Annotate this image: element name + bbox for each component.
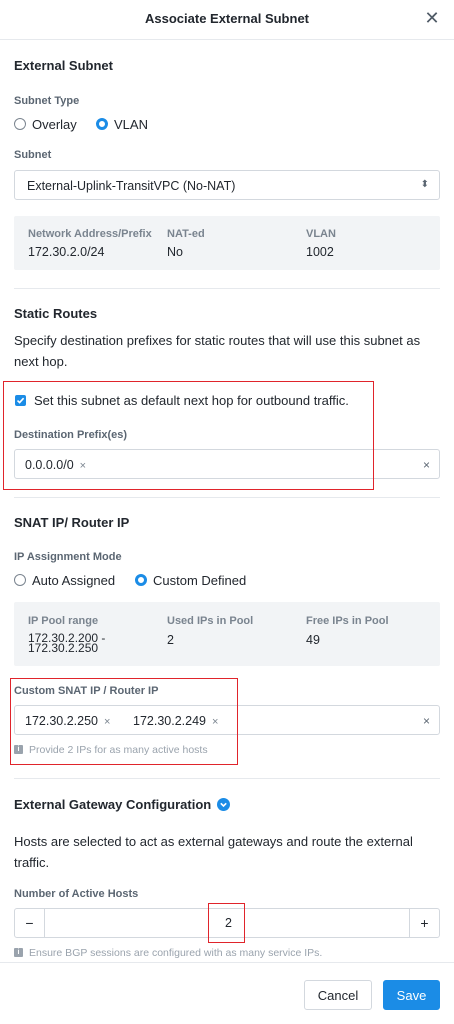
highlight-box-static-routes xyxy=(3,381,374,490)
radio-custom-defined-label: Custom Defined xyxy=(153,573,247,589)
decrement-button[interactable]: − xyxy=(15,909,45,937)
nat-label: NAT-ed xyxy=(167,228,205,240)
ip-pool-range-label: IP Pool range xyxy=(28,615,99,627)
divider xyxy=(14,497,440,498)
radio-overlay-label: Overlay xyxy=(32,117,77,133)
bgp-hint: i Ensure BGP sessions are configured with… xyxy=(14,947,322,959)
select-arrows-icon: ⬍ xyxy=(420,179,429,190)
radio-auto-assigned-label: Auto Assigned xyxy=(32,573,116,589)
subnet-label: Subnet xyxy=(14,149,52,161)
ip-assignment-mode-label: IP Assignment Mode xyxy=(14,551,122,563)
subnet-select-value: External-Uplink-TransitVPC (No-NAT) xyxy=(27,179,236,193)
static-routes-description: Specify destination prefixes for static … xyxy=(14,333,421,369)
network-address-label: Network Address/Prefix xyxy=(28,228,152,240)
increment-button[interactable]: + xyxy=(409,909,439,937)
save-button[interactable]: Save xyxy=(383,980,440,1010)
close-icon[interactable]: ✕ xyxy=(422,8,442,28)
highlight-box-active-hosts xyxy=(208,903,245,943)
chevron-down-icon[interactable] xyxy=(217,798,231,812)
section-title-external-subnet: External Subnet xyxy=(14,58,113,73)
radio-vlan-label: VLAN xyxy=(114,117,148,133)
ip-pool-range-value-2: 172.30.2.250 xyxy=(28,641,99,655)
subnet-type-label: Subnet Type xyxy=(14,95,80,107)
radio-custom-defined[interactable]: Custom Defined xyxy=(135,572,246,590)
dialog-title: Associate External Subnet xyxy=(145,11,309,26)
nat-value: No xyxy=(167,245,183,259)
network-address-value: 172.30.2.0/24 xyxy=(28,245,105,259)
ip-pool-info-box: IP Pool range 172.30.2.200 - 172.30.2.25… xyxy=(14,602,440,666)
free-ips-value: 49 xyxy=(306,633,320,647)
radio-vlan-circle[interactable] xyxy=(96,117,108,130)
section-title-gateway: External Gateway Configuration xyxy=(14,797,231,812)
radio-auto-assigned-circle[interactable] xyxy=(14,573,26,586)
vlan-value: 1002 xyxy=(306,245,334,259)
radio-auto-assigned[interactable]: Auto Assigned xyxy=(14,572,115,590)
section-title-static-routes: Static Routes xyxy=(14,306,98,321)
vlan-label: VLAN xyxy=(306,228,336,240)
info-icon: i xyxy=(14,947,23,957)
highlight-box-snat xyxy=(10,678,238,765)
bgp-hint-text: Ensure BGP sessions are configured with … xyxy=(29,947,323,959)
gateway-heading-text: External Gateway Configuration xyxy=(14,797,212,812)
section-title-snat: SNAT IP/ Router IP xyxy=(14,515,130,530)
dialog-header: Associate External Subnet ✕ xyxy=(0,0,454,40)
cancel-button[interactable]: Cancel xyxy=(304,980,372,1010)
subnet-select[interactable]: External-Uplink-TransitVPC (No-NAT) ⬍ xyxy=(14,170,440,200)
divider xyxy=(14,778,440,779)
radio-overlay-circle[interactable] xyxy=(14,117,26,130)
radio-vlan[interactable]: VLAN xyxy=(96,116,148,134)
free-ips-label: Free IPs in Pool xyxy=(306,615,389,627)
footer-divider xyxy=(0,962,454,963)
gateway-description: Hosts are selected to act as external ga… xyxy=(14,834,413,870)
used-ips-label: Used IPs in Pool xyxy=(167,615,254,627)
radio-custom-defined-circle[interactable] xyxy=(135,573,147,586)
divider xyxy=(14,288,440,289)
radio-overlay[interactable]: Overlay xyxy=(14,116,77,134)
subnet-info-box: Network Address/Prefix 172.30.2.0/24 NAT… xyxy=(14,216,440,270)
clear-all-icon[interactable]: × xyxy=(423,458,430,472)
clear-all-icon[interactable]: × xyxy=(423,714,430,728)
active-hosts-label: Number of Active Hosts xyxy=(14,888,139,900)
used-ips-value: 2 xyxy=(167,633,174,647)
